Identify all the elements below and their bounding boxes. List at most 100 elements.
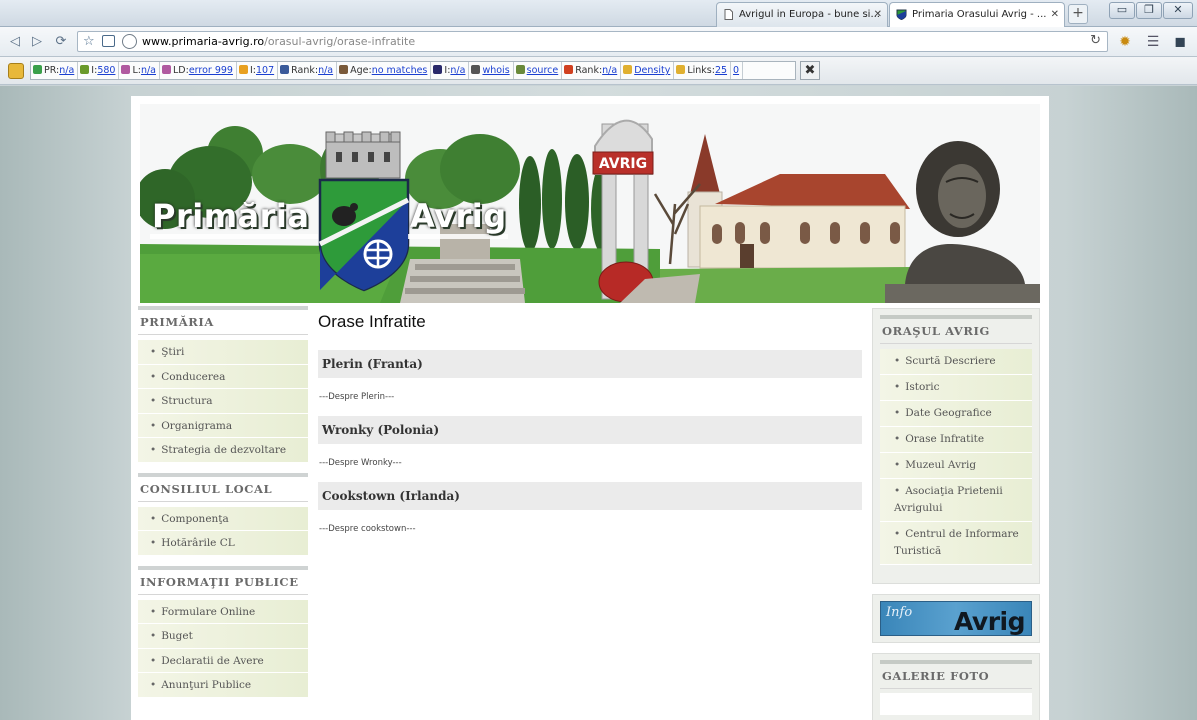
right-sidebar: ORAŞUL AVRIG Scurtă DescriereIstoricDate… <box>872 308 1040 720</box>
seo-metric-icon <box>33 65 42 74</box>
orasul-item-muzeul-avrig[interactable]: Muzeul Avrig <box>880 453 1032 479</box>
sidebar-item-hotararile-cl[interactable]: Hotărârile CL <box>138 531 308 556</box>
galerie-foto-content <box>880 693 1032 715</box>
orasul-item-centrul-de-informare-turistica[interactable]: Centrul de Informare Turistică <box>880 522 1032 565</box>
galerie-foto-title: GALERIE FOTO <box>880 660 1032 689</box>
seo-metric-icon <box>433 65 443 74</box>
orasul-avrig-menu: Scurtă DescriereIstoricDate GeograficeOr… <box>880 349 1032 565</box>
seo-metric-value-link[interactable]: n/a <box>59 65 74 76</box>
minimize-button[interactable]: ▭ <box>1109 2 1135 19</box>
seo-metric-label: Links: <box>687 65 715 76</box>
seo-metric-label: Age: <box>350 65 372 76</box>
sidebar-section-title: PRIMĂRIA <box>138 306 308 335</box>
seo-metric-value-link[interactable]: 0 <box>733 65 739 76</box>
screen-icon[interactable] <box>102 35 115 47</box>
seo-metric-value-link[interactable]: Density <box>634 65 670 76</box>
seo-toolbar-logo-icon[interactable] <box>8 63 24 79</box>
seo-toolbar-close-button[interactable]: ✖ <box>800 61 820 80</box>
favicon-shield-icon <box>896 9 907 20</box>
seo-metric-icon <box>280 65 290 74</box>
orasul-item-date-geografice[interactable]: Date Geografice <box>880 401 1032 427</box>
sidebar-section-title: CONSILIUL LOCAL <box>138 472 308 502</box>
orasul-item-asociatia-prietenii-avrigului[interactable]: Asociaţia Prietenii Avrigului <box>880 479 1032 522</box>
sidebar-item-strategia-de-dezvoltare[interactable]: Strategia de dezvoltare <box>138 438 308 463</box>
page-background: AVRIG Primăria Avrig PRIMĂRIA • Ştiri • … <box>0 86 1197 720</box>
forward-button[interactable]: ▷ <box>28 33 46 51</box>
orasul-avrig-box: ORAŞUL AVRIG Scurtă DescriereIstoricDate… <box>872 308 1040 584</box>
city-heading-cookstown-irlanda: Cookstown (Irlanda) <box>318 482 862 510</box>
bookmark-star-icon[interactable]: ☆ <box>83 34 95 49</box>
new-tab-button[interactable]: + <box>1068 4 1088 24</box>
seo-item-3: LD:error 999 <box>160 62 237 79</box>
seo-metric-label: Rank: <box>575 65 603 76</box>
navigation-bar: ◁ ▷ ⟳ ☆ www.primaria-avrig.ro/orasul-avr… <box>0 27 1197 57</box>
banner-title-primaria: Primăria <box>152 197 310 235</box>
seo-metric-icon <box>564 65 574 74</box>
seo-metric-icon <box>339 65 349 74</box>
sidebar-section-informatii-publice: INFORMAŢII PUBLICE Formulare OnlineBugetD… <box>138 565 308 698</box>
sidebar-menu: ComponenţaHotărârile CL <box>138 506 308 556</box>
info-avrig-title: Avrig <box>953 607 1026 636</box>
seo-metric-value-link[interactable]: error 999 <box>189 65 233 76</box>
menu-icon[interactable]: ☰ <box>1143 32 1163 52</box>
seo-metric-label: PR: <box>44 65 60 76</box>
city-description: ---Despre cookstown--- <box>319 524 416 534</box>
info-avrig-image[interactable]: Info Avrig <box>880 601 1032 636</box>
seo-metric-value-link[interactable]: n/a <box>141 65 156 76</box>
seo-item-5: Rank:n/a <box>278 62 338 79</box>
sidebar-item-stiri[interactable]: Ştiri <box>138 340 308 365</box>
reload-button[interactable]: ⟳ <box>52 33 70 51</box>
sign-text: AVRIG <box>599 156 647 172</box>
address-bar[interactable]: ☆ www.primaria-avrig.ro/orasul-avrig/ora… <box>77 31 1108 52</box>
url-path: /orasul-avrig/orase-infratite <box>264 35 416 48</box>
maximize-button[interactable]: ❐ <box>1136 2 1162 19</box>
seo-metric-value-link[interactable]: n/a <box>318 65 333 76</box>
seo-metric-value-link[interactable]: no matches <box>372 65 428 76</box>
tab-primaria-avrig[interactable]: Primaria Orasului Avrig - ... ✕ <box>889 2 1065 27</box>
seo-metric-value-link[interactable]: whois <box>482 65 509 76</box>
seo-metric-value-link[interactable]: 580 <box>97 65 115 76</box>
city-description: ---Despre Plerin--- <box>319 392 395 402</box>
seo-item-9: source <box>514 62 563 79</box>
seo-item-13: 0 <box>731 62 744 79</box>
seo-toolbar: PR:n/a I:580 L:n/a LD:error 999 I:107 Rank:n/… <box>0 57 1197 85</box>
sidebar-item-buget[interactable]: Buget <box>138 624 308 649</box>
seo-metric-value-link[interactable]: source <box>527 65 559 76</box>
seo-metric-value-link[interactable]: 25 <box>715 65 727 76</box>
orasul-item-scurta-descriere[interactable]: Scurtă Descriere <box>880 349 1032 375</box>
info-avrig-banner[interactable]: Info Avrig <box>872 594 1040 643</box>
seo-metric-value-link[interactable]: n/a <box>450 65 465 76</box>
seo-item-8: whois <box>469 62 514 79</box>
seo-metric-value-link[interactable]: 107 <box>256 65 274 76</box>
seo-metric-icon <box>238 65 248 74</box>
sidebar-section-primaria: PRIMĂRIA ŞtiriConducereaStructuraOrganigr… <box>138 306 308 463</box>
settings-gear-icon[interactable]: ✹ <box>1115 32 1135 52</box>
seo-item-7: I:n/a <box>431 62 470 79</box>
city-heading-wronky-polonia: Wronky (Polonia) <box>318 416 862 444</box>
back-button[interactable]: ◁ <box>6 33 24 51</box>
seo-item-10: Rank:n/a <box>562 62 622 79</box>
globe-icon <box>122 34 137 49</box>
seo-metric-value-link[interactable]: n/a <box>602 65 617 76</box>
orasul-item-istoric[interactable]: Istoric <box>880 375 1032 401</box>
seo-metric-icon <box>121 65 131 74</box>
close-window-button[interactable]: ✕ <box>1163 2 1193 19</box>
close-tab-icon[interactable]: ✕ <box>874 3 882 26</box>
sidebar-item-organigrama[interactable]: Organigrama <box>138 413 308 438</box>
sidebar-item-formulare-online[interactable]: Formulare Online <box>138 599 308 624</box>
info-avrig-sub: Info <box>886 605 913 620</box>
sidebar-item-conducerea[interactable]: Conducerea <box>138 364 308 389</box>
sidebar-item-componenta[interactable]: Componenţa <box>138 506 308 531</box>
orasul-item-orase-infratite[interactable]: Orase Infratite <box>880 427 1032 453</box>
tab-avrigul-europa[interactable]: Avrigul in Europa - bune si... ✕ <box>716 2 888 27</box>
city-heading-plerin-franta: Plerin (Franta) <box>318 350 862 378</box>
window-icon[interactable]: ◼ <box>1170 32 1190 52</box>
seo-metric-icon <box>623 65 633 74</box>
sidebar-item-anunturi-publice[interactable]: Anunţuri Publice <box>138 673 308 698</box>
url-text[interactable]: www.primaria-avrig.ro/orasul-avrig/orase… <box>142 35 415 48</box>
sidebar-item-declaratii-de-avere[interactable]: Declaratii de Avere <box>138 648 308 673</box>
tab-title: Primaria Orasului Avrig - ... <box>912 9 1047 20</box>
refresh-icon[interactable]: ↻ <box>1090 33 1101 48</box>
sidebar-item-structura[interactable]: Structura <box>138 389 308 414</box>
close-tab-icon[interactable]: ✕ <box>1051 3 1059 26</box>
